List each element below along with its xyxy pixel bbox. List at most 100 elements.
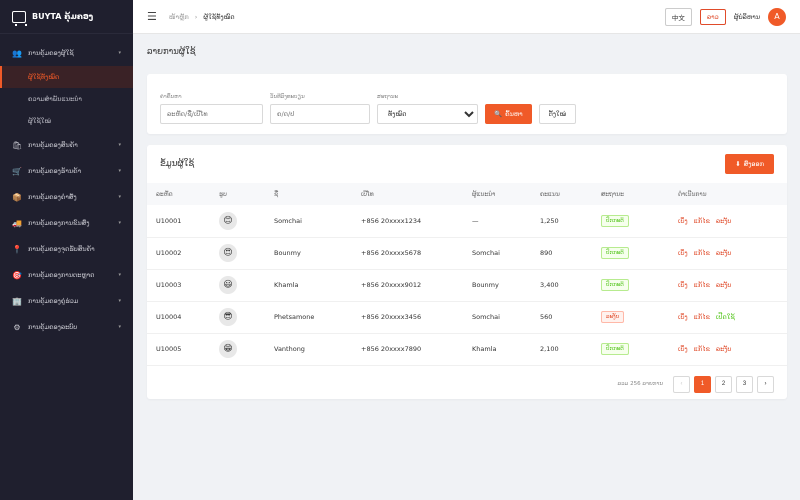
suspend-link[interactable]: ລະງັບ <box>716 281 732 289</box>
brand-title: BUYTA ຄຸ້ມຄອງ <box>32 12 94 21</box>
target-icon: 🎯 <box>12 270 22 280</box>
cell-referrer: Bounmy <box>463 269 531 302</box>
table-header-row: ລະຫັດ ຮູບ ຊື່ ເບີໂທ ຜູ້ແນະນຳ ຄະແນນ ສະຖານ… <box>147 183 787 205</box>
cell-referrer: Somchai <box>463 237 531 270</box>
cell-name: Phetsamone <box>265 301 352 334</box>
date-input[interactable] <box>270 104 370 124</box>
breadcrumb-home[interactable]: ໜ້າຫຼັກ <box>169 13 189 21</box>
user-table: ລະຫັດ ຮູບ ຊື່ ເບີໂທ ຜູ້ແນະນຳ ຄະແນນ ສະຖານ… <box>147 183 787 366</box>
avatar: 😎 <box>219 308 237 326</box>
sidebar-group-shipping[interactable]: 🚚 ການຄຸ້ມຄອງການຂົນສົ່ງ ▾ <box>0 210 133 236</box>
status-badge: ປົກກະຕິ <box>601 214 629 227</box>
cell-name: Khamla <box>265 269 352 302</box>
cell-status: ລະງັບ <box>592 301 669 334</box>
cell-id: U10001 <box>147 205 210 238</box>
view-link[interactable]: ເບິ່ງ <box>678 345 688 353</box>
cell-id: U10002 <box>147 237 210 270</box>
table-row: U10002 😍 Bounmy +856 20xxxx5678 Somchai … <box>147 237 787 270</box>
cell-actions: ເບິ່ງ ແກ້ໄຂ ລະງັບ <box>669 333 787 366</box>
sidebar-group-orders[interactable]: 📦 ການຄຸ້ມຄອງຄຳສັ່ງ ▾ <box>0 184 133 210</box>
view-link[interactable]: ເບິ່ງ <box>678 217 688 225</box>
cell-id: U10003 <box>147 269 210 302</box>
col-id: ລະຫັດ <box>147 183 210 205</box>
cell-points: 890 <box>531 237 592 270</box>
cell-name: Vanthong <box>265 333 352 366</box>
suspend-link[interactable]: ລະງັບ <box>716 345 732 353</box>
sidebar-group-pickup-points[interactable]: 📍 ການຄຸ້ມຄອງຈຸດຮັບສິນຄ້າ <box>0 236 133 262</box>
col-avatar: ຮູບ <box>210 183 265 205</box>
status-badge: ປົກກະຕິ <box>601 279 629 291</box>
search-button-label: ຄົ້ນຫາ <box>505 110 523 118</box>
cell-phone: +856 20xxxx5678 <box>352 237 463 270</box>
cell-points: 560 <box>531 301 592 334</box>
suspend-link[interactable]: ລະງັບ <box>716 249 732 257</box>
username[interactable]: ຜູ້ບໍລິຫານ <box>734 13 760 21</box>
col-status: ສະຖານະ <box>592 183 669 205</box>
reset-button[interactable]: ຕັ້ງໃໝ່ <box>538 104 577 124</box>
col-actions: ດຳເນີນການ <box>669 183 787 205</box>
user-list-card: ຂໍ້ມູນຜູ້ໃຊ້ ⬇ ສົ່ງອອກ ລະຫັດ ຮູບ ຊື່ ເບີ… <box>147 145 787 399</box>
lang-chinese-button[interactable]: 中文 <box>664 7 692 26</box>
suspend-link[interactable]: ລະງັບ <box>716 217 732 225</box>
map-pin-icon: 📍 <box>12 244 22 254</box>
sidebar-item-all-users[interactable]: ຜູ້ໃຊ້ທັງໝົດ <box>0 66 133 88</box>
keyword-input[interactable] <box>160 104 263 124</box>
cell-avatar: 😊 <box>210 205 265 238</box>
sidebar-group-marketing[interactable]: 🎯 ການຄຸ້ມຄອງການຕະຫຼາດ ▾ <box>0 262 133 288</box>
cell-referrer: — <box>463 205 531 238</box>
view-link[interactable]: ເບິ່ງ <box>678 249 688 257</box>
avatar: 😁 <box>219 340 237 358</box>
sidebar-group-users[interactable]: 👥 ການຄຸ້ມຄອງຜູ້ໃຊ້ ▾ <box>0 40 133 66</box>
sidebar-group-system[interactable]: ⚙ ການຄຸ້ມຄອງລະບົບ ▾ <box>0 314 133 340</box>
sidebar-group-label: ການຄຸ້ມຄອງຄຳສັ່ງ <box>28 193 77 201</box>
date-label: ວັນທີລົງທະບຽນ <box>270 94 305 100</box>
sidebar-group-shops[interactable]: 🛒 ການຄຸ້ມຄອງຮ້ານຄ້າ ▾ <box>0 158 133 184</box>
page-2-button[interactable]: 2 <box>715 375 732 393</box>
search-button[interactable]: 🔍 ຄົ້ນຫາ <box>485 104 532 124</box>
cell-status: ປົກກະຕິ <box>592 269 669 302</box>
package-icon: 📦 <box>12 192 22 202</box>
sidebar-group-products[interactable]: 🛍 ການຄຸ້ມຄອງສິນຄ້າ ▾ <box>0 132 133 158</box>
sidebar-group-label: ການຄຸ້ມຄອງການຂົນສົ່ງ <box>28 219 90 227</box>
truck-icon: 🚚 <box>12 218 22 228</box>
page-title: ລາຍການຜູ້ໃຊ້ <box>147 47 196 57</box>
status-select[interactable]: ທັງໝົດ <box>377 104 478 124</box>
gear-icon: ⚙ <box>13 322 21 332</box>
list-header: ຂໍ້ມູນຜູ້ໃຊ້ ⬇ ສົ່ງອອກ <box>147 145 787 183</box>
menu-icon[interactable]: ☰ <box>147 10 157 23</box>
sidebar-group-label: ການຄຸ້ມຄອງຈຸດຮັບສິນຄ້າ <box>28 245 95 253</box>
sidebar-item-referrals[interactable]: ຄວາມສຳພັນແນະນຳ <box>0 88 133 110</box>
lang-lao-button[interactable]: ລາວ <box>699 8 726 25</box>
cart-icon <box>12 10 27 26</box>
status-label: ສະຖານະ <box>377 94 398 100</box>
cell-avatar: 😎 <box>210 301 265 334</box>
sidebar-group-label: ການຄຸ້ມຄອງຜູ້ໃຊ້ <box>28 49 74 57</box>
cell-actions: ເບິ່ງ ແກ້ໄຂ ລະງັບ <box>669 269 787 302</box>
status-badge: ລະງັບ <box>601 311 625 323</box>
search-icon: 🔍 <box>494 110 503 118</box>
edit-link[interactable]: ແກ້ໄຂ <box>694 345 710 353</box>
sidebar-item-new-users[interactable]: ຜູ້ໃຊ້ໃໝ່ <box>0 110 133 132</box>
prev-page-button[interactable]: ‹ <box>673 375 690 393</box>
edit-link[interactable]: ແກ້ໄຂ <box>694 249 710 257</box>
chevron-down-icon: ▾ <box>118 324 121 330</box>
cell-status: ປົກກະຕິ <box>592 205 669 238</box>
export-button[interactable]: ⬇ ສົ່ງອອກ <box>725 154 774 174</box>
sidebar-group-partners[interactable]: 🏢 ການຄຸ້ມຄອງຄູ່ຮ່ວມ ▾ <box>0 288 133 314</box>
edit-link[interactable]: ແກ້ໄຂ <box>694 281 710 289</box>
brand[interactable]: BUYTA ຄຸ້ມຄອງ <box>0 0 133 34</box>
page-3-button[interactable]: 3 <box>736 375 753 393</box>
view-link[interactable]: ເບິ່ງ <box>678 313 688 321</box>
cell-avatar: 😍 <box>210 237 265 270</box>
sidebar-group-label: ການຄຸ້ມຄອງສິນຄ້າ <box>28 141 78 149</box>
next-page-button[interactable]: › <box>757 375 774 393</box>
avatar[interactable]: A <box>768 7 786 26</box>
edit-link[interactable]: ແກ້ໄຂ <box>694 313 710 321</box>
enable-link[interactable]: ເປີດໃຊ້ <box>716 313 735 321</box>
edit-link[interactable]: ແກ້ໄຂ <box>694 217 710 225</box>
avatar: 😃 <box>219 276 237 294</box>
page-1-button[interactable]: 1 <box>694 375 711 393</box>
view-link[interactable]: ເບິ່ງ <box>678 281 688 289</box>
cell-actions: ເບິ່ງ ແກ້ໄຂ ລະງັບ <box>669 237 787 270</box>
breadcrumb-separator: › <box>194 12 198 21</box>
